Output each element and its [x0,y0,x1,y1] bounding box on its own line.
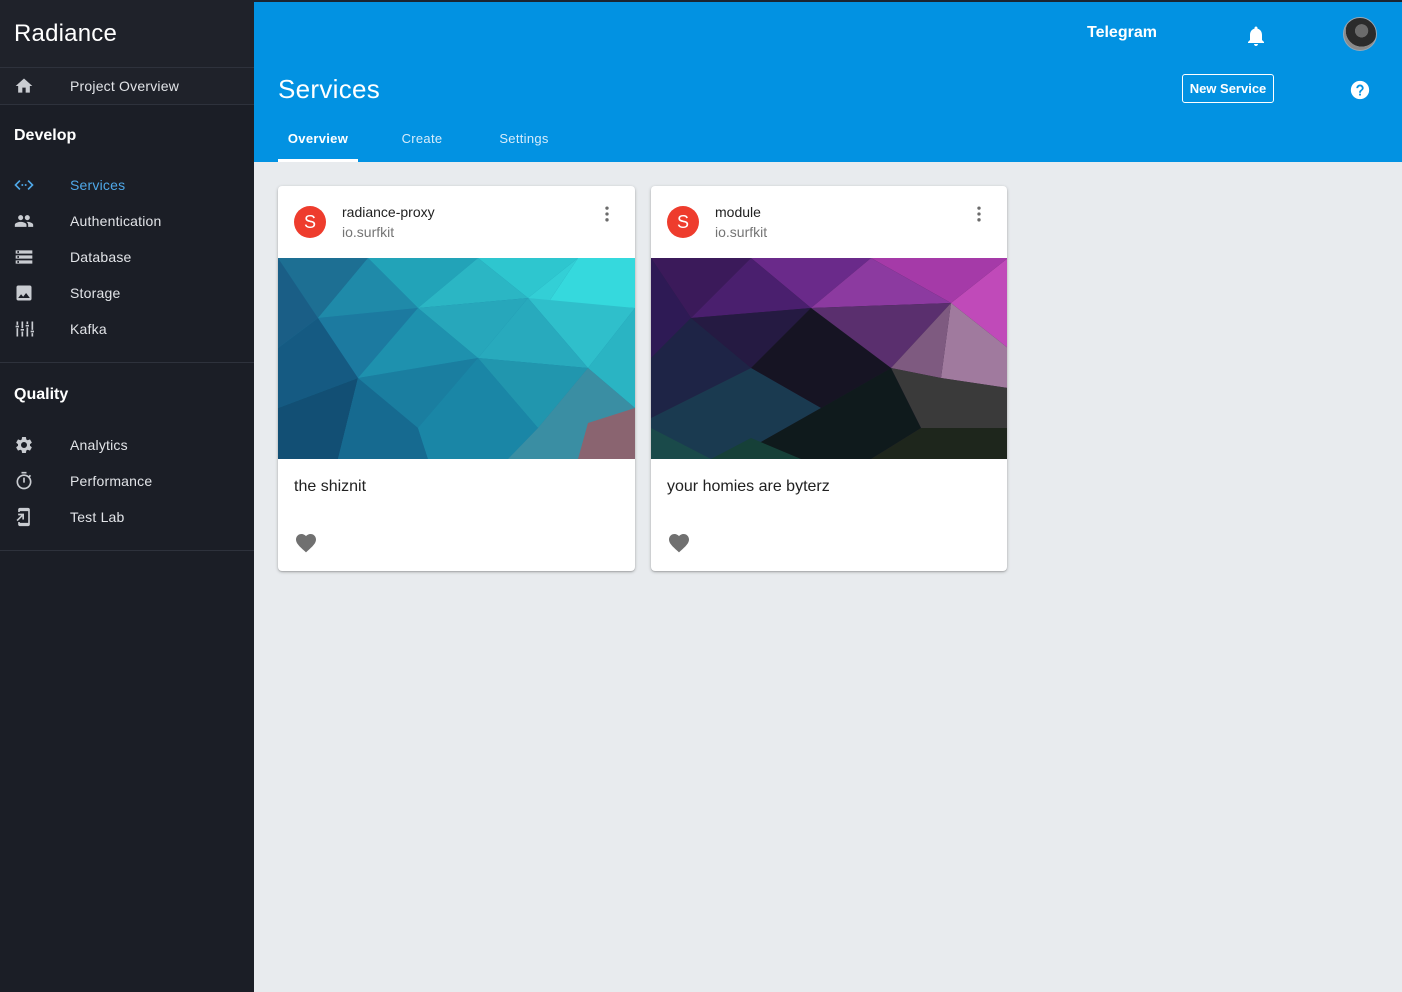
service-card[interactable]: S radiance-proxy io.surfkit the shiznit [278,186,635,571]
project-selector[interactable]: Telegram [1087,24,1157,42]
service-description: the shiznit [294,478,367,495]
more-vert-icon[interactable] [969,204,989,224]
card-cover-image [651,258,1007,459]
service-avatar: S [667,206,699,238]
sidebar-item-label: Test Lab [70,509,125,525]
card-header: S module io.surfkit [651,186,1007,258]
sidebar-item-label: Services [70,177,126,193]
favorite-heart-icon[interactable] [294,531,318,555]
sidebar-item-performance[interactable]: Performance [0,463,254,499]
sidebar-item-label: Storage [70,285,121,301]
header-bar: Telegram Services New Service Overview C… [254,2,1402,162]
service-avatar: S [294,206,326,238]
sidebar-item-label: Database [70,249,132,265]
sidebar-item-database[interactable]: Database [0,239,254,275]
equalizer-icon [0,319,70,339]
sidebar-item-label: Analytics [70,437,128,453]
sidebar-section-develop: Develop Services Authentication Database… [0,105,254,363]
card-cover-image [278,258,635,459]
sidebar-item-label: Authentication [70,213,162,229]
sidebar-section-quality: Quality Analytics Performance Test Lab [0,363,254,551]
timer-icon [0,471,70,491]
brand-title[interactable]: Radiance [0,0,254,68]
sidebar-item-storage[interactable]: Storage [0,275,254,311]
tab-create[interactable]: Create [358,114,486,162]
help-icon[interactable] [1349,79,1371,101]
notifications-bell-icon[interactable] [1244,24,1268,48]
sidebar-item-authentication[interactable]: Authentication [0,203,254,239]
sidebar-item-test-lab[interactable]: Test Lab [0,499,254,535]
favorite-heart-icon[interactable] [667,531,691,555]
sidebar-item-services[interactable]: Services [0,167,254,203]
service-name: radiance-proxy [342,204,435,220]
service-namespace: io.surfkit [715,224,768,240]
page-title: Services [278,74,381,104]
image-icon [0,283,70,303]
sidebar-item-label: Kafka [70,321,107,337]
more-vert-icon[interactable] [597,204,617,224]
sidebar-item-kafka[interactable]: Kafka [0,311,254,347]
sidebar-item-label: Performance [70,473,153,489]
storage-icon [0,247,70,267]
new-service-button[interactable]: New Service [1182,74,1274,103]
section-title: Develop [14,127,77,144]
tab-bar: Overview Create Settings [278,114,562,162]
sidebar: Radiance Project Overview Develop Servic… [0,0,254,992]
gear-icon [0,435,70,455]
tab-settings[interactable]: Settings [486,114,562,162]
sidebar-item-analytics[interactable]: Analytics [0,427,254,463]
people-icon [0,211,70,231]
service-name: module [715,204,761,220]
device-icon [0,507,70,527]
sidebar-item-label: Project Overview [70,78,180,94]
service-description: your homies are byterz [667,478,830,495]
code-icon [0,175,70,195]
sidebar-item-project-overview[interactable]: Project Overview [0,68,254,105]
service-card[interactable]: S module io.surfkit your homies are byte… [651,186,1007,571]
user-avatar[interactable] [1343,17,1377,51]
service-namespace: io.surfkit [342,224,395,240]
card-header: S radiance-proxy io.surfkit [278,186,635,258]
home-icon [0,76,70,96]
tab-overview[interactable]: Overview [278,114,358,162]
section-title: Quality [14,386,69,403]
